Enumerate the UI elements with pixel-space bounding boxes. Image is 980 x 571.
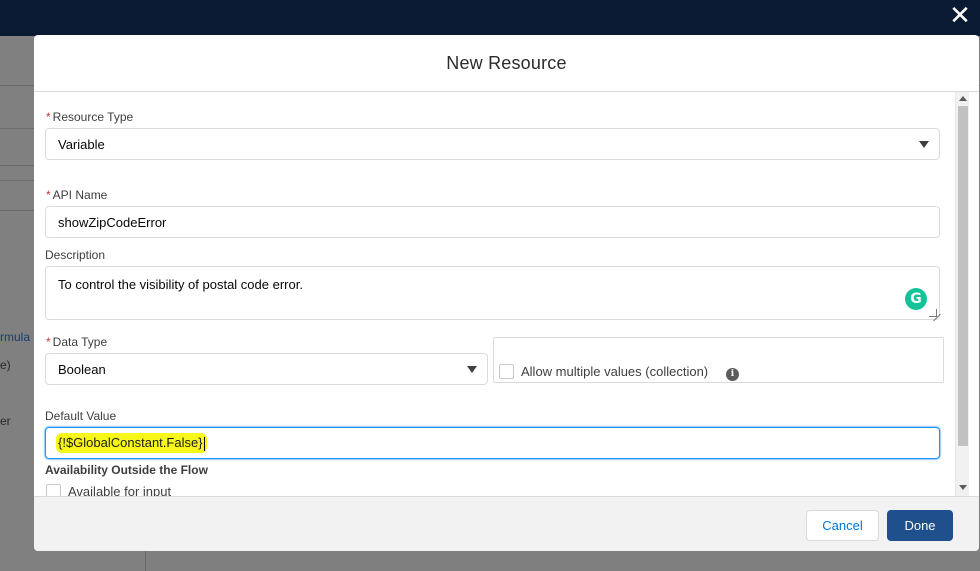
background-divider bbox=[0, 165, 34, 166]
available-input-label: Available for input bbox=[68, 484, 172, 496]
description-value: To control the visibility of postal code… bbox=[58, 277, 303, 292]
background-text: e) bbox=[0, 358, 11, 372]
default-value-text: {!$GlobalConstant.False} bbox=[56, 433, 207, 453]
resource-type-value: Variable bbox=[58, 136, 105, 152]
availability-title: Availability Outside the Flow bbox=[45, 463, 208, 477]
available-input-checkbox[interactable] bbox=[46, 484, 61, 496]
new-resource-modal: New Resource * Resource Type Variable * AP… bbox=[34, 35, 979, 551]
collection-label: Allow multiple values (collection) bbox=[521, 364, 709, 379]
chevron-down-icon bbox=[467, 366, 477, 373]
background-divider bbox=[0, 85, 34, 86]
required-mark: * bbox=[46, 335, 51, 349]
required-mark: * bbox=[46, 188, 51, 202]
background-divider bbox=[0, 128, 34, 129]
background-divider bbox=[0, 210, 34, 211]
data-type-label-text: Data Type bbox=[52, 335, 108, 349]
chevron-down-icon bbox=[919, 141, 929, 148]
resource-type-select[interactable]: Variable bbox=[45, 128, 940, 160]
modal-scrollbar[interactable] bbox=[955, 92, 969, 496]
background-text: rmula bbox=[0, 330, 31, 344]
description-textarea[interactable]: To control the visibility of postal code… bbox=[45, 266, 940, 320]
cancel-button[interactable]: Cancel bbox=[806, 510, 879, 541]
required-mark: * bbox=[46, 110, 51, 124]
collection-checkbox[interactable] bbox=[499, 364, 514, 379]
default-value-value: {!$GlobalConstant.False} bbox=[58, 435, 203, 451]
api-name-label-text: API Name bbox=[52, 188, 108, 202]
default-value-input[interactable]: {!$GlobalConstant.False} bbox=[45, 427, 940, 459]
api-name-label: * API Name bbox=[46, 188, 107, 202]
modal-body[interactable]: * Resource Type Variable * API Name showZi… bbox=[34, 92, 979, 496]
default-value-label: Default Value bbox=[45, 409, 117, 423]
api-name-input[interactable]: showZipCodeError bbox=[45, 206, 940, 238]
text-cursor bbox=[203, 436, 205, 451]
data-type-label: * Data Type bbox=[46, 335, 107, 349]
data-type-value: Boolean bbox=[58, 361, 106, 377]
done-button[interactable]: Done bbox=[887, 510, 953, 541]
resource-type-label: * Resource Type bbox=[46, 110, 133, 124]
close-icon[interactable]: ✕ bbox=[946, 2, 974, 30]
background-text: er bbox=[0, 414, 11, 428]
modal-title: New Resource bbox=[446, 52, 567, 73]
scroll-down-icon[interactable] bbox=[959, 485, 967, 490]
modal-footer: Cancel Done bbox=[34, 496, 979, 551]
info-icon[interactable]: i bbox=[726, 368, 739, 381]
resize-handle-icon[interactable] bbox=[929, 309, 937, 317]
app-top-bar bbox=[0, 0, 980, 36]
scroll-up-icon[interactable] bbox=[959, 96, 967, 101]
resource-type-label-text: Resource Type bbox=[52, 110, 134, 124]
data-type-select[interactable]: Boolean bbox=[45, 353, 488, 385]
scrollbar-thumb[interactable] bbox=[958, 106, 968, 446]
grammarly-icon[interactable]: G bbox=[905, 288, 927, 310]
description-label: Description bbox=[45, 248, 106, 262]
modal-header: New Resource bbox=[34, 35, 979, 92]
api-name-value: showZipCodeError bbox=[58, 214, 167, 230]
background-divider bbox=[0, 180, 34, 181]
